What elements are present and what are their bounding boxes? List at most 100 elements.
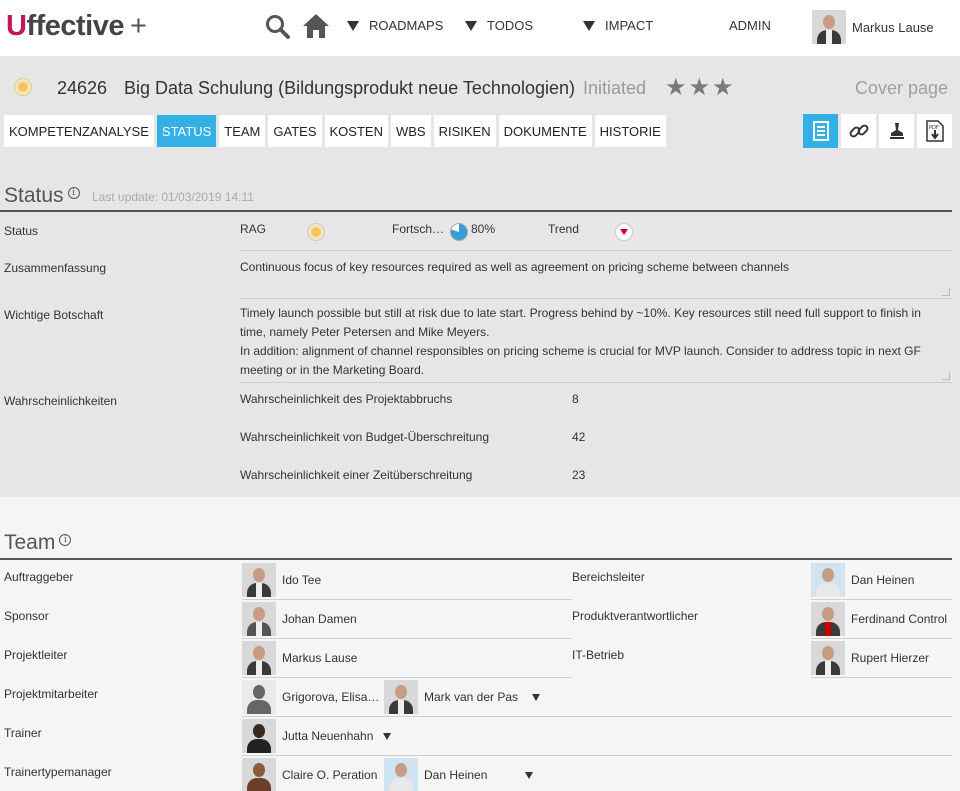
nav-impact-label: IMPACT <box>605 18 654 33</box>
project-tabs: KOMPETENZANALYSE STATUS TEAM GATES KOSTE… <box>4 115 666 147</box>
user-menu[interactable]: Markus Lause <box>812 10 934 44</box>
member-name: Grigorova, Elisa… <box>282 690 380 704</box>
member-chip[interactable]: Grigorova, Elisa… <box>242 680 379 714</box>
chevron-down-icon[interactable] <box>532 693 541 701</box>
rating-stars[interactable]: ★ ★ ★ <box>665 76 734 100</box>
svg-text:PDF: PDF <box>929 125 939 131</box>
member-chip[interactable]: Ido Tee <box>242 563 321 597</box>
nav-roadmaps-label: ROADMAPS <box>369 18 444 33</box>
nav-roadmaps[interactable]: ROADMAPS <box>347 18 443 33</box>
resize-handle-icon[interactable] <box>942 288 950 296</box>
top-navigation-bar: Uffective + ROADMAPS TODOS IMPACT ADMIN M… <box>0 0 960 56</box>
star-icon[interactable]: ★ <box>712 76 734 100</box>
tab-kosten[interactable]: KOSTEN <box>324 115 388 147</box>
tab-risiken[interactable]: RISIKEN <box>433 115 496 147</box>
nav-admin-label: ADMIN <box>729 18 771 33</box>
message-line: time, namely Peter Petersen and Mike Mey… <box>240 325 490 339</box>
role-label: Projektmitarbeiter <box>4 687 99 701</box>
star-icon[interactable]: ★ <box>689 76 711 100</box>
member-name: Jutta Neuenhahn <box>282 729 374 743</box>
app-logo[interactable]: Uffective + <box>6 10 147 43</box>
search-icon[interactable] <box>265 14 291 40</box>
person-icon <box>242 680 276 714</box>
member-name: Markus Lause <box>282 651 358 665</box>
section-title: Team i <box>4 531 72 555</box>
chevron-down-icon <box>583 20 595 31</box>
probabilities-label: Wahrscheinlichkeiten <box>4 394 117 408</box>
tab-dokumente[interactable]: DOKUMENTE <box>498 115 592 147</box>
probability-label: Wahrscheinlichkeit einer Zeitüberschreit… <box>240 468 473 482</box>
user-name: Markus Lause <box>852 19 934 35</box>
member-chip[interactable]: Dan Heinen <box>384 758 534 791</box>
role-label: Projektleiter <box>4 648 68 662</box>
probability-value[interactable]: 8 <box>572 390 579 409</box>
member-chip[interactable]: Johan Damen <box>242 602 357 636</box>
avatar <box>242 758 276 791</box>
member-chip[interactable]: Mark van der Pas <box>384 680 541 714</box>
pdf-download-icon: PDF <box>925 120 944 142</box>
toolbar: PDF <box>803 114 952 148</box>
tab-kompetenzanalyse[interactable]: KOMPETENZANALYSE <box>4 115 154 147</box>
nav-admin[interactable]: ADMIN <box>729 18 771 33</box>
tab-gates[interactable]: GATES <box>268 115 322 147</box>
role-label: IT-Betrieb <box>572 648 625 662</box>
role-label: Auftraggeber <box>4 570 74 584</box>
summary-textarea[interactable]: Continuous focus of key resources requir… <box>240 258 789 277</box>
report-icon <box>812 121 829 141</box>
project-title: Big Data Schulung (Bildungsprodukt neue … <box>124 78 575 98</box>
message-line: meeting or in the Marketing Board. <box>240 363 425 377</box>
member-chip[interactable]: Jutta Neuenhahn <box>242 719 392 753</box>
nav-impact[interactable]: IMPACT <box>583 18 653 33</box>
tab-wbs[interactable]: WBS <box>390 115 431 147</box>
probability-value[interactable]: 42 <box>572 428 585 447</box>
report-button[interactable] <box>803 114 838 148</box>
status-row-label: Status <box>4 224 39 238</box>
probability-value[interactable]: 23 <box>572 466 585 485</box>
chevron-down-icon[interactable] <box>525 771 534 779</box>
member-name: Dan Heinen <box>851 573 915 587</box>
divider <box>811 599 952 600</box>
resize-handle-icon[interactable] <box>942 372 950 380</box>
member-chip[interactable]: Ferdinand Control <box>811 602 947 636</box>
message-textarea[interactable]: Timely launch possible but still at risk… <box>240 304 952 380</box>
cover-page-link[interactable]: Cover page <box>855 78 948 99</box>
probability-label: Wahrscheinlichkeit des Projektabbruchs <box>240 392 453 406</box>
chevron-down-icon <box>347 20 359 31</box>
avatar <box>242 641 276 675</box>
pdf-download-button[interactable]: PDF <box>917 114 952 148</box>
message-line: In addition: alignment of channel respon… <box>240 344 921 358</box>
avatar <box>811 641 845 675</box>
link-button[interactable] <box>841 114 876 148</box>
logo-text: ffective <box>26 10 124 42</box>
avatar <box>242 602 276 636</box>
rag-indicator[interactable] <box>307 223 325 241</box>
nav-todos[interactable]: TODOS <box>465 18 533 33</box>
tab-historie[interactable]: HISTORIE <box>594 115 666 147</box>
plus-icon[interactable]: + <box>130 10 147 42</box>
team-title: Team <box>4 531 56 554</box>
progress-label: Fortsch… <box>392 222 445 236</box>
stamp-button[interactable] <box>879 114 914 148</box>
avatar <box>384 680 418 714</box>
rag-label: RAG <box>240 222 267 236</box>
nav-todos-label: TODOS <box>487 18 533 33</box>
info-icon[interactable]: i <box>67 187 80 199</box>
member-chip[interactable]: Rupert Hierzer <box>811 641 929 675</box>
status-title: Status <box>4 184 64 207</box>
chevron-down-icon[interactable] <box>383 732 392 740</box>
info-icon[interactable]: i <box>59 534 72 546</box>
member-chip[interactable]: Claire O. Peration <box>242 758 377 791</box>
member-name: Ido Tee <box>282 573 322 587</box>
tab-status[interactable]: STATUS <box>156 115 217 147</box>
member-chip[interactable]: Markus Lause <box>242 641 357 675</box>
role-label: Sponsor <box>4 609 49 623</box>
member-name: Johan Damen <box>282 612 357 626</box>
home-icon[interactable] <box>302 13 330 39</box>
star-icon[interactable]: ★ <box>665 76 687 100</box>
member-chip[interactable]: Dan Heinen <box>811 563 914 597</box>
trend-down-icon[interactable] <box>615 223 633 241</box>
chevron-down-icon <box>465 20 477 31</box>
avatar <box>242 563 276 597</box>
divider <box>0 210 952 212</box>
tab-team[interactable]: TEAM <box>219 115 266 147</box>
